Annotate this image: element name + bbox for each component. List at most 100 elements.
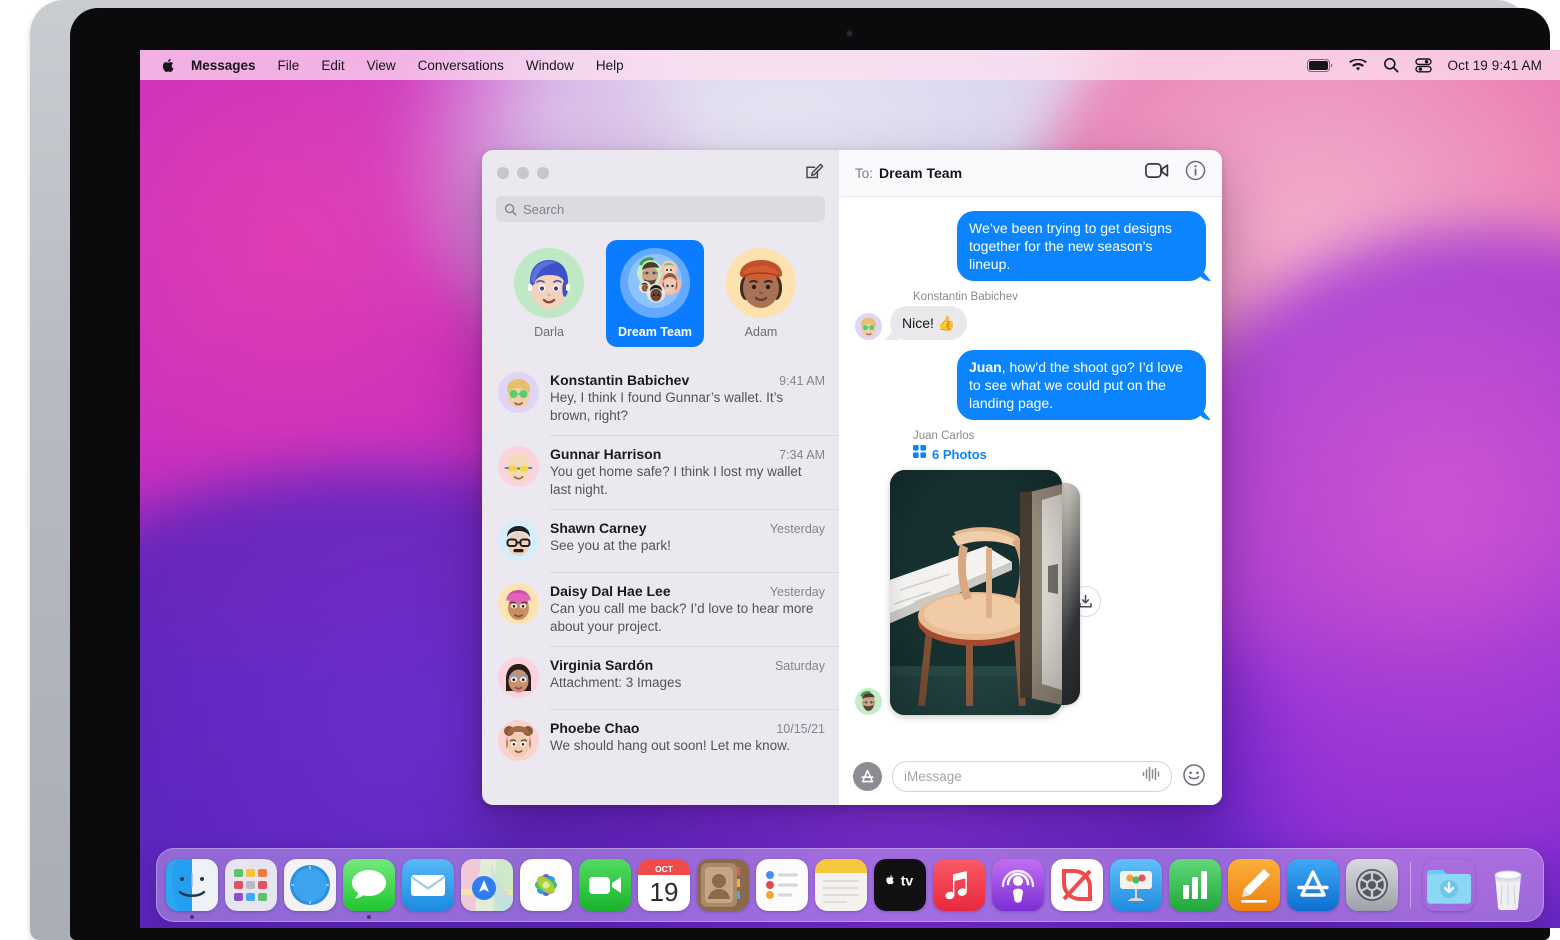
list-item[interactable]: Daisy Dal Hae Lee Yesterday Can you call… [482, 572, 839, 646]
timestamp: 10/15/21 [768, 722, 825, 736]
dock-item-music[interactable] [933, 859, 985, 911]
notes-icon [815, 859, 867, 911]
screenshot-root: Messages File Edit View Conversations Wi… [0, 0, 1560, 940]
photo-attachment-stack[interactable] [890, 470, 1062, 715]
message-group-attachment: Juan Carlos [855, 430, 1206, 715]
message-bubble[interactable]: Nice! 👍 [890, 306, 967, 340]
menu-item-window[interactable]: Window [515, 56, 585, 75]
list-item[interactable]: Konstantin Babichev 9:41 AM Hey, I think… [482, 361, 839, 435]
menu-item-messages[interactable]: Messages [180, 56, 267, 75]
apple-logo-icon[interactable] [154, 57, 180, 74]
battery-icon[interactable] [1307, 59, 1333, 72]
list-item[interactable]: Virginia Sardón Saturday Attachment: 3 I… [482, 646, 839, 709]
laptop-chassis: Messages File Edit View Conversations Wi… [30, 0, 1530, 940]
dock-item-facetime[interactable] [579, 859, 631, 911]
dock-item-reminders[interactable] [756, 859, 808, 911]
message-row-outgoing: We’ve been trying to get designs togethe… [855, 211, 1206, 281]
dock-item-numbers[interactable] [1169, 859, 1221, 911]
avatar [498, 372, 539, 413]
system-preferences-icon [1346, 859, 1398, 911]
timestamp: 9:41 AM [771, 374, 825, 388]
message-input[interactable]: iMessage [892, 761, 1172, 792]
dock-item-mail[interactable] [402, 859, 454, 911]
maps-icon [461, 859, 513, 911]
keynote-icon [1110, 859, 1162, 911]
list-item[interactable]: Gunnar Harrison 7:34 AM You get home saf… [482, 435, 839, 509]
list-item[interactable]: Phoebe Chao 10/15/21 We should hang out … [482, 709, 839, 772]
menu-item-conversations[interactable]: Conversations [407, 56, 515, 75]
emoji-smiley-icon[interactable] [1182, 763, 1208, 789]
photo-collection-link[interactable]: 6 Photos [913, 445, 1206, 463]
photo-grid-icon [913, 445, 926, 463]
dock-item-calendar[interactable]: OCT 19 [638, 859, 690, 911]
message-group-incoming: Konstantin Babichev [855, 291, 1206, 340]
mention-token: Juan [969, 359, 1002, 375]
video-camera-icon[interactable] [1145, 162, 1169, 184]
compose-icon[interactable] [804, 161, 824, 186]
pinned-label: Darla [534, 325, 564, 339]
pinned-darla[interactable]: Darla [500, 240, 598, 347]
dock-item-finder[interactable] [166, 859, 218, 911]
downloads-folder-icon [1423, 859, 1475, 911]
list-item[interactable]: Shawn Carney Yesterday See you at the pa… [482, 509, 839, 572]
menu-item-view[interactable]: View [356, 56, 407, 75]
recipient-name[interactable]: Dream Team [879, 165, 962, 181]
dock-item-messages[interactable] [343, 859, 395, 911]
pinned-dream-team[interactable]: Dream Team [606, 240, 704, 347]
minimize-button[interactable] [517, 167, 529, 179]
dock-item-keynote[interactable] [1110, 859, 1162, 911]
photo-thumbnail-front[interactable] [890, 470, 1062, 715]
search-input[interactable]: Search [496, 196, 825, 222]
avatar [726, 248, 796, 318]
menu-item-edit[interactable]: Edit [310, 56, 355, 75]
avatar [514, 248, 584, 318]
avatar [855, 688, 882, 715]
dock-item-pages[interactable] [1228, 859, 1280, 911]
search-icon[interactable] [1383, 57, 1399, 73]
app-store-icon[interactable] [853, 762, 882, 791]
search-icon [504, 203, 517, 216]
running-indicator [190, 915, 194, 919]
dock-item-photos[interactable] [520, 859, 572, 911]
audio-waveform-icon[interactable] [1142, 766, 1160, 787]
message-preview: Attachment: 3 Images [550, 674, 825, 692]
info-icon[interactable] [1185, 160, 1206, 186]
compose-bar: iMessage [839, 747, 1222, 805]
dock-item-downloads[interactable] [1423, 859, 1475, 911]
dock-item-podcasts[interactable] [992, 859, 1044, 911]
dock-item-safari[interactable] [284, 859, 336, 911]
message-bubble[interactable]: Juan, how’d the shoot go? I’d love to se… [957, 350, 1206, 420]
webcam-icon [846, 30, 853, 37]
mail-icon [402, 859, 454, 911]
timestamp: Yesterday [762, 585, 825, 599]
conversation-header: To: Dream Team [839, 150, 1222, 197]
dock-item-contacts[interactable] [697, 859, 749, 911]
dock-item-system-preferences[interactable] [1346, 859, 1398, 911]
zoom-button[interactable] [537, 167, 549, 179]
dock-item-news[interactable] [1051, 859, 1103, 911]
conversations-sidebar: Search [482, 150, 839, 805]
control-center-icon[interactable] [1415, 58, 1432, 73]
avatar [498, 657, 539, 698]
dock-item-maps[interactable] [461, 859, 513, 911]
menubar-clock[interactable]: Oct 19 9:41 AM [1448, 58, 1542, 73]
close-button[interactable] [497, 167, 509, 179]
dock-item-app-store[interactable] [1287, 859, 1339, 911]
wifi-icon[interactable] [1349, 59, 1367, 72]
podcasts-icon [992, 859, 1044, 911]
dock-item-notes[interactable] [815, 859, 867, 911]
facetime-icon [579, 859, 631, 911]
pinned-adam[interactable]: Adam [712, 240, 810, 347]
svg-text:19: 19 [650, 877, 679, 907]
menu-item-file[interactable]: File [267, 56, 311, 75]
photo-count-label: 6 Photos [932, 447, 987, 462]
dock-item-tv[interactable]: tv [874, 859, 926, 911]
numbers-icon [1169, 859, 1221, 911]
message-bubble[interactable]: We’ve been trying to get designs togethe… [957, 211, 1206, 281]
dock-item-launchpad[interactable] [225, 859, 277, 911]
menu-item-help[interactable]: Help [585, 56, 635, 75]
contacts-icon [697, 859, 749, 911]
app-store-icon [1287, 859, 1339, 911]
pinned-label: Adam [745, 325, 778, 339]
dock-item-trash[interactable] [1482, 859, 1534, 911]
